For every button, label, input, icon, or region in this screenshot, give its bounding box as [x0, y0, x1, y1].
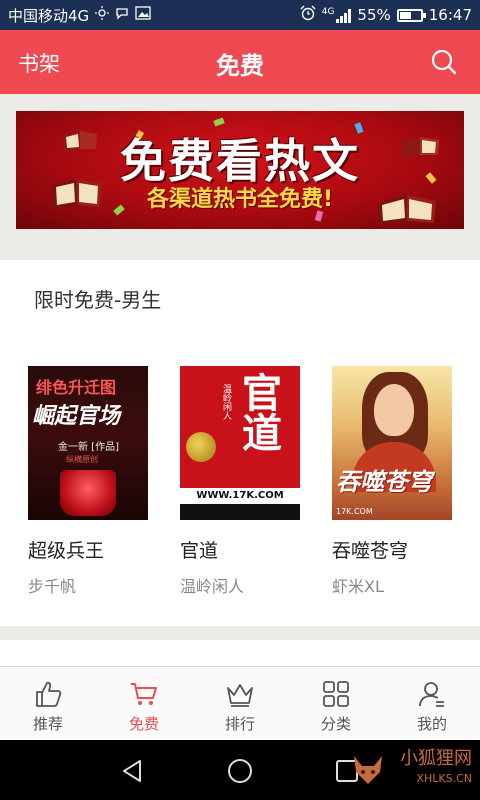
watermark: 小狐狸网 XHLKS.CN [400, 750, 472, 788]
app-header: 书架 免费 [0, 30, 480, 94]
alarm-icon [300, 5, 316, 25]
book-author: 虾米XL [332, 577, 384, 596]
cart-icon [131, 683, 157, 705]
clock-label: 16:47 [428, 6, 472, 24]
grid-icon [323, 681, 349, 707]
book-title[interactable]: 吞噬苍穹 [332, 536, 472, 563]
cover-text: 崛起官场 [32, 404, 121, 429]
signal-icon: 4G [321, 6, 352, 23]
image-icon [135, 6, 151, 24]
crown-icon [227, 684, 253, 707]
network-type-label: 4G [321, 6, 335, 17]
page-title: 免费 [216, 52, 264, 80]
nav-item-recommend[interactable]: 推荐 [0, 667, 96, 740]
nav-label: 排行 [224, 715, 255, 733]
free-books-section: 限时免费-男生 绯色升迁图 崛起官场 金一新 [作品] 纵横原创 超级兵王 步千… [0, 260, 480, 626]
search-icon[interactable] [430, 48, 458, 76]
carrier-label: 中国移动4G [8, 6, 90, 25]
book-title[interactable]: 官道 [180, 536, 320, 563]
battery-fill [399, 11, 411, 19]
thumbs-up-icon [36, 681, 62, 707]
book-cover[interactable]: 吞噬苍穹 17K.COM [332, 366, 452, 520]
book-title[interactable]: 超级兵王 [28, 536, 168, 563]
battery-percent-label: 55% [357, 6, 391, 24]
nav-item-mine[interactable]: 我的 [384, 667, 480, 740]
book-cover[interactable]: 绯色升迁图 崛起官场 金一新 [作品] 纵横原创 [28, 366, 148, 520]
book-author: 温岭闲人 [180, 577, 245, 596]
book-card[interactable]: 官道 温岭闲人 WWW.17K.COM 官道 温岭闲人 [180, 366, 320, 597]
system-nav-bar: 小狐狸网 XHLKS.CN [0, 740, 480, 800]
home-icon[interactable] [225, 756, 255, 786]
book-cover[interactable]: 官道 温岭闲人 WWW.17K.COM [180, 366, 300, 520]
nav-label: 分类 [320, 715, 351, 733]
book-author: 步千帆 [28, 577, 77, 596]
nav-label: 推荐 [32, 715, 63, 733]
nav-item-category[interactable]: 分类 [288, 667, 384, 740]
cover-text: 17K.COM [336, 507, 373, 516]
cover-art [180, 504, 300, 520]
user-icon [419, 682, 444, 707]
next-section-placeholder [0, 640, 480, 666]
nav-label: 免费 [128, 715, 159, 733]
status-bar: 中国移动4G 4G 55% 16:47 [0, 0, 480, 30]
cover-text: 纵横原创 [66, 455, 98, 464]
bookshelf-button[interactable]: 书架 [18, 48, 60, 78]
battery-icon [396, 8, 426, 22]
nav-label: 我的 [416, 715, 447, 733]
cover-text: 金一新 [作品] [58, 442, 119, 453]
book-card[interactable]: 吞噬苍穹 17K.COM 吞噬苍穹 虾米XL [332, 366, 472, 597]
watermark-url: XHLKS.CN [416, 772, 472, 785]
brightness-icon [95, 6, 110, 24]
cover-text: 官道 [235, 372, 281, 452]
section-title: 限时免费-男生 [34, 288, 162, 312]
cover-art [374, 384, 414, 436]
cover-text: WWW.17K.COM [180, 488, 300, 504]
cover-art [186, 432, 216, 462]
chat-icon [115, 6, 129, 24]
back-icon[interactable] [118, 756, 148, 786]
nav-item-ranking[interactable]: 排行 [192, 667, 288, 740]
bottom-nav: 推荐 免费 排行 分类 我的 [0, 666, 480, 740]
book-card[interactable]: 绯色升迁图 崛起官场 金一新 [作品] 纵横原创 超级兵王 步千帆 [28, 366, 168, 597]
cover-text: 吞噬苍穹 [336, 468, 432, 496]
cover-text: 绯色升迁图 [36, 378, 117, 397]
nav-item-free[interactable]: 免费 [96, 667, 192, 740]
promo-banner[interactable]: 免费看热文 各渠道热书全免费! [16, 111, 464, 229]
cover-art [60, 470, 116, 516]
cover-text: 温岭闲人 [221, 384, 231, 420]
banner-subtitle: 各渠道热书全免费! [146, 187, 334, 212]
fox-logo-icon [354, 756, 382, 784]
watermark-text: 小狐狸网 [400, 748, 472, 769]
